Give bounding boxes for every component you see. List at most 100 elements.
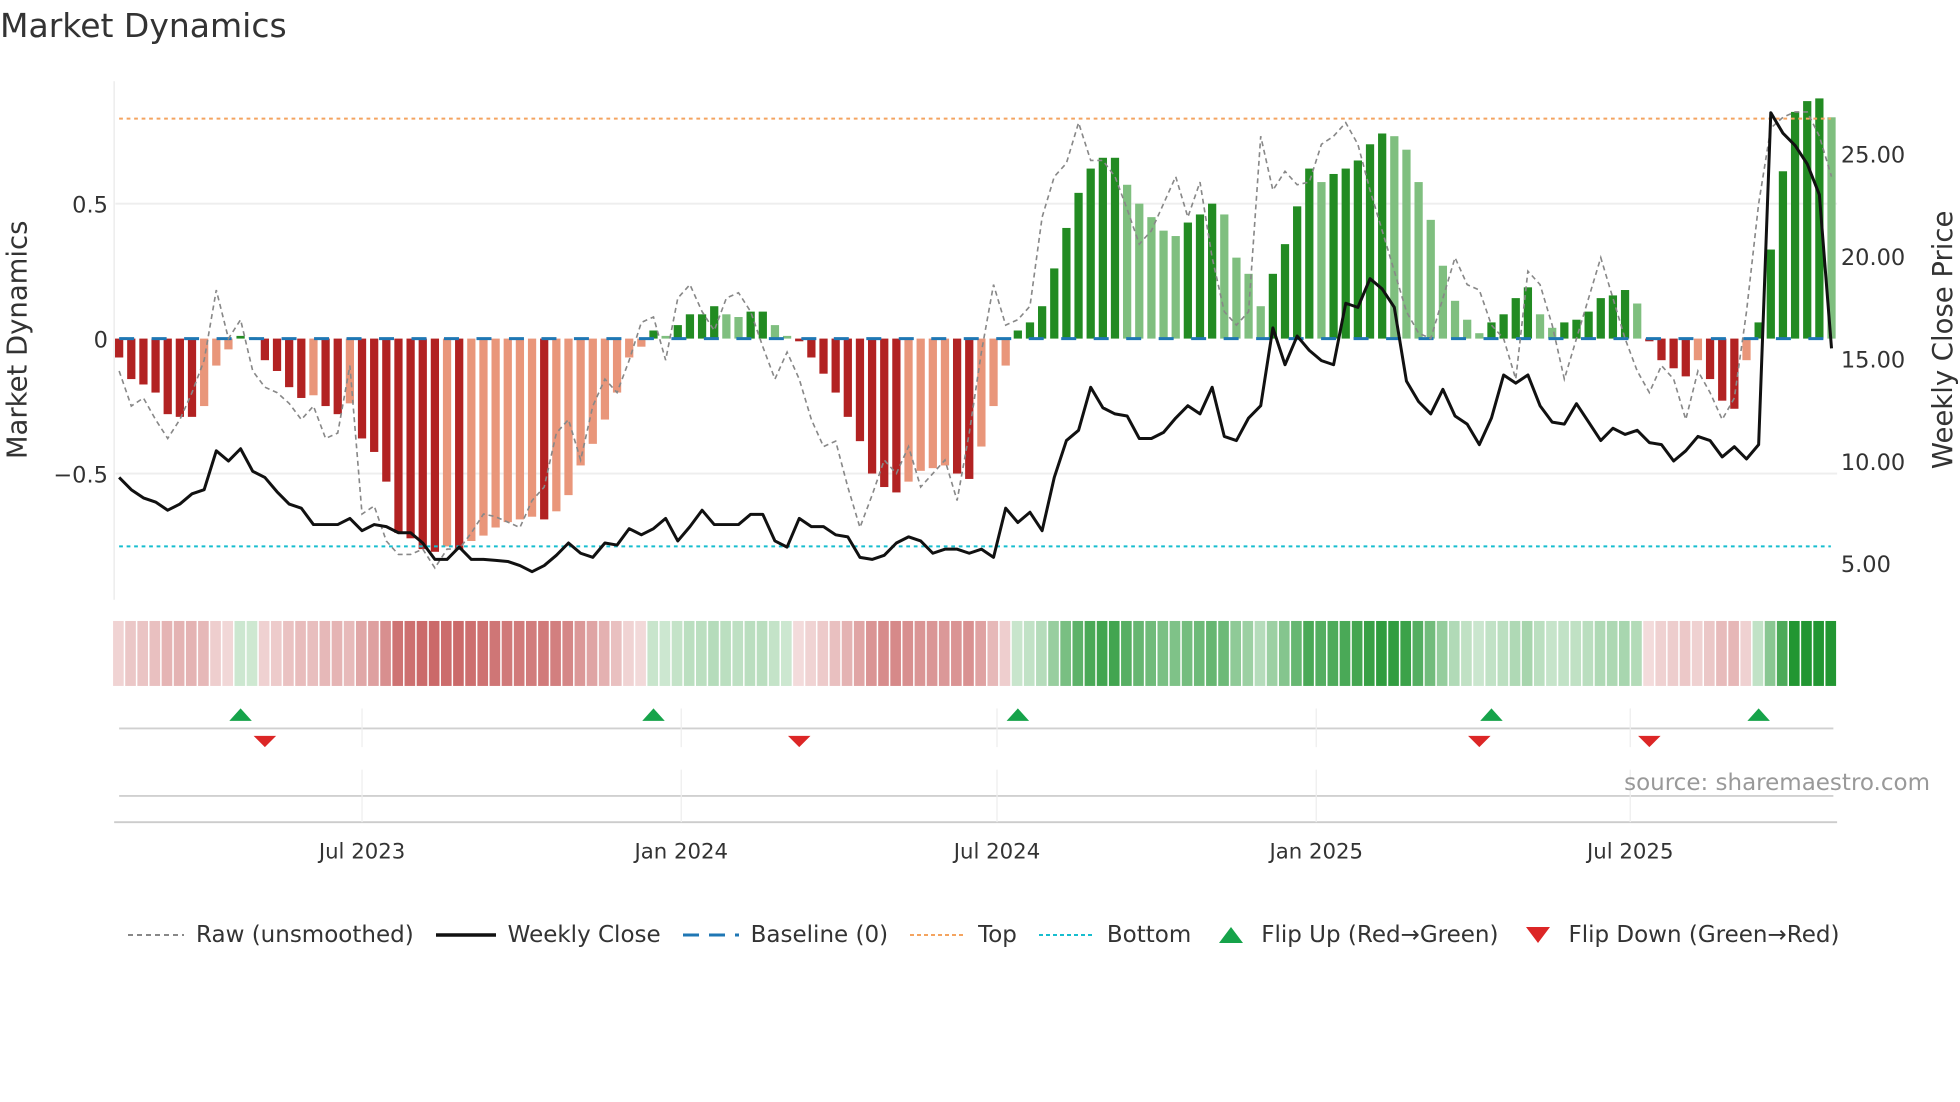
heat-cell (902, 620, 914, 686)
momentum-bar (710, 306, 719, 339)
y2-axis-label: Weekly Close Price (1927, 211, 1959, 469)
momentum-bar (151, 338, 160, 393)
momentum-bar (843, 338, 852, 417)
heat-cell (574, 620, 586, 686)
legend-label: Raw (unsmoothed) (196, 922, 414, 948)
heat-cell (623, 620, 634, 686)
momentum-bar (370, 338, 379, 452)
momentum-bar (1402, 149, 1411, 339)
momentum-bar (1669, 338, 1678, 369)
momentum-bar (163, 338, 172, 415)
momentum-bar (1013, 330, 1022, 339)
heat-cell (1606, 620, 1618, 686)
momentum-bar (467, 338, 476, 542)
heat-cell (550, 620, 561, 686)
flip-down-marker (253, 735, 277, 748)
heat-cell (841, 620, 853, 686)
heat-cell (1546, 620, 1557, 686)
source-credit: source: sharemaestro.com (1624, 770, 1930, 796)
heat-cell (1303, 620, 1314, 686)
momentum-bar (1475, 333, 1484, 339)
heat-cell (1716, 620, 1727, 686)
heat-cell (258, 620, 270, 686)
heat-cell (1266, 620, 1278, 686)
momentum-bar (1718, 338, 1727, 401)
heat-cell (1764, 620, 1776, 686)
heat-cell (1060, 620, 1071, 686)
momentum-bar (1620, 290, 1630, 339)
heat-cell (380, 620, 391, 686)
heat-cell (805, 620, 816, 686)
momentum-bar (1378, 133, 1387, 339)
flip-up-marker (1006, 708, 1030, 721)
momentum-bar (1463, 319, 1472, 339)
legend-item-raw: Raw (unsmoothed) (128, 922, 414, 948)
momentum-bar (1803, 101, 1812, 339)
heat-cell (890, 620, 901, 686)
y2-tick-label: 15.00 (1841, 347, 1905, 373)
momentum-bar (940, 338, 950, 466)
momentum-bar (965, 338, 974, 479)
heat-cell (295, 620, 306, 686)
dashed-gray-line-icon (128, 934, 184, 936)
heat-cell (938, 620, 950, 686)
heat-cell (1242, 620, 1254, 686)
momentum-bar (1183, 222, 1192, 339)
y-tick-label: 0 (94, 327, 108, 353)
momentum-bar (1123, 184, 1132, 339)
x-tick-label: Jul 2024 (952, 839, 1040, 864)
heat-cell (465, 620, 476, 686)
momentum-bar (139, 338, 148, 385)
heat-cell (1448, 620, 1460, 686)
heat-cell (307, 620, 319, 686)
heat-cell (185, 620, 197, 686)
legend-item-baseline: Baseline (0) (682, 922, 888, 948)
momentum-bar (1025, 322, 1035, 339)
momentum-bar (1050, 268, 1059, 339)
heat-cell (355, 620, 367, 686)
momentum-bar (928, 338, 937, 469)
heat-cell (999, 620, 1011, 686)
legend-label: Weekly Close (507, 922, 661, 948)
dotted-orange-line-icon (910, 934, 967, 936)
momentum-bar (1414, 182, 1423, 339)
momentum-bar (746, 311, 755, 339)
momentum-bar (1159, 230, 1168, 339)
momentum-bar (1244, 273, 1253, 339)
heat-cell (781, 620, 792, 686)
momentum-bar (904, 338, 913, 482)
heat-cell (1011, 620, 1023, 686)
momentum-bar (1062, 227, 1071, 339)
heat-cell (428, 620, 440, 686)
heat-cell (513, 620, 525, 686)
heat-cell (586, 620, 598, 686)
heat-cell (1169, 620, 1181, 686)
y-axis-label: Market Dynamics (2, 221, 34, 460)
heat-cell (1618, 620, 1630, 686)
momentum-bar (527, 338, 537, 517)
heat-cell (1728, 620, 1739, 686)
heat-cell (1667, 620, 1679, 686)
heat-cell (1703, 620, 1715, 686)
momentum-bar (758, 311, 767, 339)
heat-cell (1157, 620, 1169, 686)
heat-cell (1048, 620, 1059, 686)
momentum-bar (1147, 217, 1156, 339)
heat-cell (1752, 620, 1764, 686)
heat-cell (1291, 620, 1302, 686)
heat-cell (392, 620, 404, 686)
momentum-bar (309, 338, 318, 396)
heat-cell (793, 620, 804, 686)
momentum-bar (503, 338, 512, 523)
momentum-bar (418, 338, 427, 550)
legend-item-close: Weekly Close (435, 922, 661, 948)
heat-cell (1036, 620, 1047, 686)
heat-cell (659, 620, 671, 686)
heat-cell (1096, 620, 1108, 686)
momentum-bar (855, 338, 865, 442)
heat-cell (1193, 620, 1205, 686)
heat-cell (1643, 620, 1654, 686)
heat-cell (416, 620, 428, 686)
momentum-bar (1705, 338, 1715, 380)
momentum-bar (685, 314, 695, 339)
